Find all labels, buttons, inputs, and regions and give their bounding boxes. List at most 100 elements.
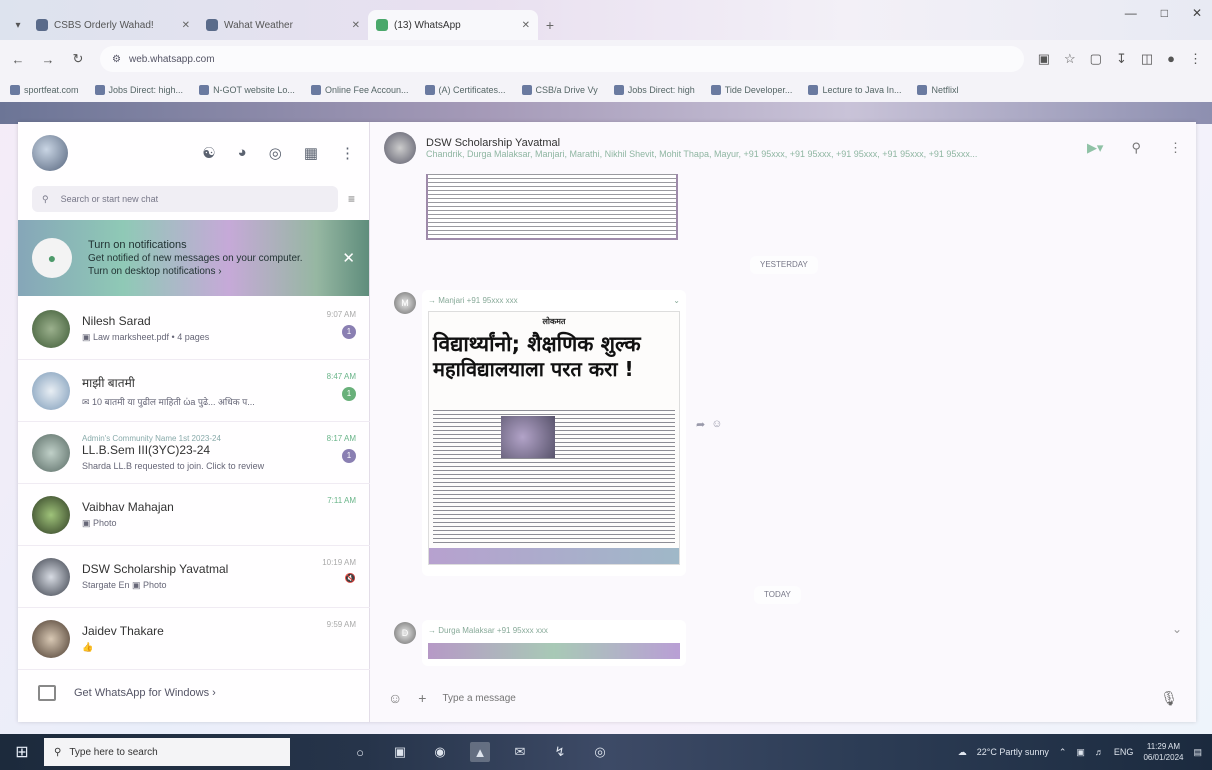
conversation-header[interactable]: DSW Scholarship Yavatmal Chandrik, Durga… [370, 122, 1196, 174]
language-indicator[interactable]: ENG [1114, 747, 1134, 757]
bookmark-label: (A) Certificates... [438, 85, 506, 95]
sender-avatar[interactable]: M [394, 292, 416, 314]
volume-icon[interactable]: ♬ [1095, 747, 1104, 757]
bookmark-item[interactable]: N-GOT website Lo... [199, 85, 295, 95]
download-icon[interactable]: ↧ [1116, 51, 1127, 67]
microphone-icon[interactable]: 🎙 [1160, 690, 1178, 707]
tab-favicon-icon [36, 19, 48, 31]
image-message-2[interactable]: → Durga Malaksar +91 95xxx xxx [422, 620, 686, 666]
tab-close-icon[interactable]: ✕ [352, 20, 360, 31]
tab-close-icon[interactable]: ✕ [182, 20, 190, 31]
emoji-icon[interactable]: ☺ [388, 690, 402, 706]
image-message[interactable]: → Manjari +91 95xxx xxx ⌄ लोकमत विद्यार्… [422, 290, 686, 576]
url-field[interactable]: ⚙ web.whatsapp.com [100, 46, 1024, 72]
search-icon[interactable]: ⚲ [1131, 140, 1141, 156]
close-window-icon[interactable]: ✕ [1192, 6, 1202, 20]
edge-icon[interactable]: ◉ [430, 742, 450, 762]
tab-0[interactable]: CSBS Orderly Wahad! ✕ [28, 10, 198, 40]
filter-icon[interactable]: ≡ [348, 192, 355, 206]
bookmark-item[interactable]: Tide Developer... [710, 85, 792, 95]
cortana-icon[interactable]: ○ [350, 742, 370, 762]
group-avatar[interactable] [384, 132, 416, 164]
weather-icon[interactable]: ☁ [958, 747, 967, 758]
weather-text[interactable]: 22°C Partly sunny [977, 747, 1049, 757]
chat-list-item[interactable]: Nilesh Sarad ▣ Law marksheet.pdf • 4 page… [18, 298, 370, 360]
bookmark-item[interactable]: Online Fee Accoun... [310, 85, 409, 95]
bookmark-item[interactable]: sportfeat.com [10, 85, 79, 95]
network-icon[interactable]: ▣ [1076, 747, 1085, 758]
minimize-icon[interactable]: — [1125, 6, 1137, 20]
chevron-down-icon[interactable]: ⌄ [673, 296, 680, 305]
menu-icon[interactable]: ⋮ [1169, 140, 1182, 156]
notification-center-icon[interactable]: ▤ [1193, 747, 1202, 758]
chat-list-item[interactable]: Admin's Community Name 1st 2023-24 LL.B.S… [18, 422, 370, 484]
chat-time: 9:07 AM [326, 310, 356, 319]
bookmark-star-icon[interactable]: ☆ [1064, 51, 1076, 67]
cast-icon[interactable]: ▣ [1038, 51, 1050, 67]
image-footer [429, 548, 679, 564]
clock[interactable]: 11:29 AM 06/01/2024 [1143, 741, 1183, 763]
unread-badge: 1 [342, 387, 356, 401]
emoji-react-icon[interactable]: ☺ [711, 418, 722, 431]
bookmark-item[interactable]: Netflixl [917, 85, 959, 95]
chrome-icon[interactable]: ◎ [590, 742, 610, 762]
previous-image-message[interactable] [426, 174, 678, 240]
task-view-icon[interactable]: ▣ [390, 742, 410, 762]
notification-banner[interactable]: ● Turn on notifications Get notified of … [18, 220, 369, 296]
video-call-icon[interactable]: ▶▾ [1087, 140, 1104, 156]
back-icon[interactable]: ← [10, 52, 26, 67]
windows-start-icon[interactable]: ⊞ [0, 742, 44, 762]
url-text: web.whatsapp.com [128, 53, 215, 65]
get-windows-app-link[interactable]: Get WhatsApp for Windows › [18, 668, 370, 718]
tab-2[interactable]: (13) WhatsApp ✕ [368, 10, 538, 40]
forward-icon[interactable]: → [40, 52, 56, 67]
profile-icon[interactable]: ● [1167, 51, 1175, 67]
chat-body: Admin's Community Name 1st 2023-24 LL.B.S… [82, 434, 300, 471]
sidepanel-icon[interactable]: ◫ [1141, 51, 1153, 67]
app-icon[interactable]: ▲ [470, 742, 490, 762]
tab-search-icon[interactable]: ▾ [8, 10, 28, 40]
new-tab-button[interactable]: + [538, 10, 562, 40]
new-chat-icon[interactable]: ▦ [304, 144, 318, 162]
menu-icon[interactable]: ⋮ [340, 144, 355, 162]
bookmark-item[interactable]: Lecture to Java In... [808, 85, 901, 95]
extensions-icon[interactable]: ▢ [1090, 51, 1102, 67]
notification-link[interactable]: Turn on desktop notifications › [88, 265, 326, 278]
scroll-down-icon[interactable]: ⌄ [1172, 622, 1182, 636]
chat-list-item[interactable]: DSW Scholarship Yavatmal Stargate En ▣ Ph… [18, 546, 370, 608]
message-input[interactable] [442, 683, 1145, 713]
bookmark-item[interactable]: Jobs Direct: high... [94, 85, 183, 95]
bookmark-item[interactable]: CSB/a Drive Vy [521, 85, 598, 95]
tab-1[interactable]: Wahat Weather ✕ [198, 10, 368, 40]
chat-list-item[interactable]: Vaibhav Mahajan ▣ Photo 7:11 AM [18, 484, 370, 546]
mail-icon[interactable]: ✉ [510, 742, 530, 762]
communities-icon[interactable]: ☯ [202, 144, 215, 162]
clock-time: 11:29 AM [1146, 742, 1181, 751]
my-avatar[interactable] [32, 135, 68, 171]
chat-name: माझी बातमी [82, 375, 135, 390]
bookmark-item[interactable]: (A) Certificates... [424, 85, 506, 95]
taskbar-search-input[interactable]: ⚲ Type here to search [44, 738, 290, 766]
status-icon[interactable]: ◕ [238, 144, 247, 162]
search-input[interactable]: ⚲ Search or start new chat [32, 186, 338, 212]
search-row: ⚲ Search or start new chat ≡ [18, 184, 369, 214]
bookmark-favicon-icon [917, 85, 928, 95]
reload-icon[interactable]: ↻ [70, 51, 86, 67]
app-icon[interactable]: ↯ [550, 742, 570, 762]
tray-chevron-icon[interactable]: ⌃ [1059, 747, 1067, 758]
forward-icon[interactable]: ➦ [696, 418, 705, 431]
tab-close-icon[interactable]: ✕ [522, 20, 530, 31]
maximize-icon[interactable]: □ [1161, 6, 1168, 20]
chat-body: माझी बातमी ✉ 10 बातमी या पुढील माहिती ὠa … [82, 374, 300, 408]
chat-list-item[interactable]: माझी बातमी ✉ 10 बातमी या पुढील माहिती ὠa … [18, 360, 370, 422]
attach-plus-icon[interactable]: + [418, 690, 426, 706]
windows-taskbar: ⊞ ⚲ Type here to search ○ ▣ ◉ ▲ ✉ ↯ ◎ ☁ … [0, 734, 1212, 770]
site-info-icon[interactable]: ⚙ [112, 54, 121, 65]
menu-icon[interactable]: ⋮ [1189, 51, 1202, 67]
close-icon[interactable]: ✕ [342, 249, 355, 267]
browser-toolbar: ▣ ☆ ▢ ↧ ◫ ● ⋮ [1038, 51, 1202, 67]
bookmark-item[interactable]: Jobs Direct: high [613, 85, 695, 95]
sender-avatar[interactable]: D [394, 622, 416, 644]
channels-icon[interactable]: ◎ [269, 144, 282, 162]
chat-list-item[interactable]: Jaidev Thakare 👍 9:59 AM [18, 608, 370, 670]
